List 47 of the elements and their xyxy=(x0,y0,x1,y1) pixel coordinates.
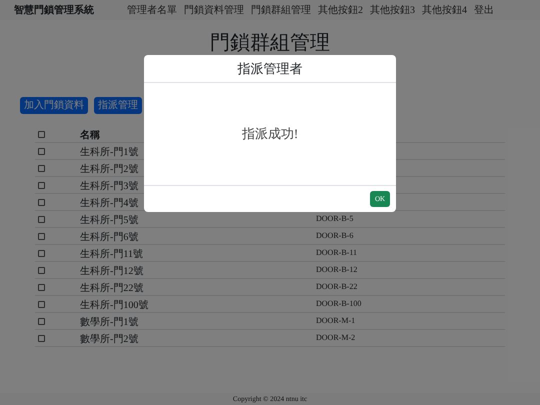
table-cell: 生科所-門12號 xyxy=(80,266,144,277)
nav-link[interactable]: 門鎖資料管理 xyxy=(184,2,244,18)
row-checkbox[interactable] xyxy=(38,164,45,172)
table-cell: DOOR-B-6 xyxy=(316,230,354,242)
table-cell: 生科所-門3號 xyxy=(80,181,138,192)
modal-title: 指派管理者 xyxy=(238,60,302,78)
row-checkbox[interactable] xyxy=(38,300,45,308)
table-cell: 生科所-門1號 xyxy=(80,147,138,158)
action-button[interactable]: 指派管理 xyxy=(94,97,142,114)
action-button[interactable]: 加入門鎖資料 xyxy=(20,97,88,114)
table-cell: DOOR-B-100 xyxy=(316,298,362,310)
row-checkbox[interactable] xyxy=(38,232,45,240)
row-checkbox[interactable] xyxy=(38,284,45,290)
table-cell: 生科所-門100號 xyxy=(80,300,148,311)
table-cell: DOOR-M-2 xyxy=(316,332,356,344)
table-cell: 生科所-門11號 xyxy=(80,249,143,260)
brand-title[interactable]: 智慧門鎖管理系統 xyxy=(14,2,127,18)
row-checkbox[interactable] xyxy=(38,182,45,188)
column-header: 名稱 xyxy=(80,130,100,141)
table-cell: 生科所-門5號 xyxy=(80,215,138,226)
table-cell: DOOR-B-5 xyxy=(316,213,354,225)
nav-link[interactable]: 其他按鈕3 xyxy=(370,2,415,18)
page-title: 門鎖群組管理 xyxy=(209,31,331,55)
table-cell: 生科所-門6號 xyxy=(80,232,138,243)
nav-link[interactable]: 門鎖群組管理 xyxy=(251,2,311,18)
nav-link[interactable]: 管理者名單 xyxy=(127,2,177,18)
row-checkbox[interactable] xyxy=(38,216,45,222)
table-cell: 生科所-門22號 xyxy=(80,283,144,294)
table-cell: 生科所-門4號 xyxy=(80,198,138,209)
table-cell: DOOR-B-12 xyxy=(316,264,358,276)
table-cell: 數學所-門2號 xyxy=(80,334,138,345)
table-cell: 生科所-門2號 xyxy=(80,164,138,175)
nav-link[interactable]: 其他按鈕2 xyxy=(318,2,363,18)
row-checkbox[interactable] xyxy=(38,266,45,274)
nav-link[interactable]: 其他按鈕4 xyxy=(422,2,467,18)
table-cell: DOOR-B-22 xyxy=(316,281,358,293)
row-checkbox[interactable] xyxy=(38,198,45,206)
table-cell: DOOR-M-1 xyxy=(316,315,356,327)
row-checkbox[interactable] xyxy=(38,318,45,324)
table-cell: 數學所-門1號 xyxy=(80,317,138,328)
row-checkbox[interactable] xyxy=(38,148,45,154)
row-checkbox[interactable] xyxy=(38,250,45,256)
table-cell: DOOR-B-11 xyxy=(316,247,358,259)
row-checkbox[interactable] xyxy=(38,130,45,138)
row-checkbox[interactable] xyxy=(38,334,45,342)
nav-link[interactable]: 登出 xyxy=(474,2,494,18)
modal-message: 指派成功! xyxy=(242,125,298,144)
